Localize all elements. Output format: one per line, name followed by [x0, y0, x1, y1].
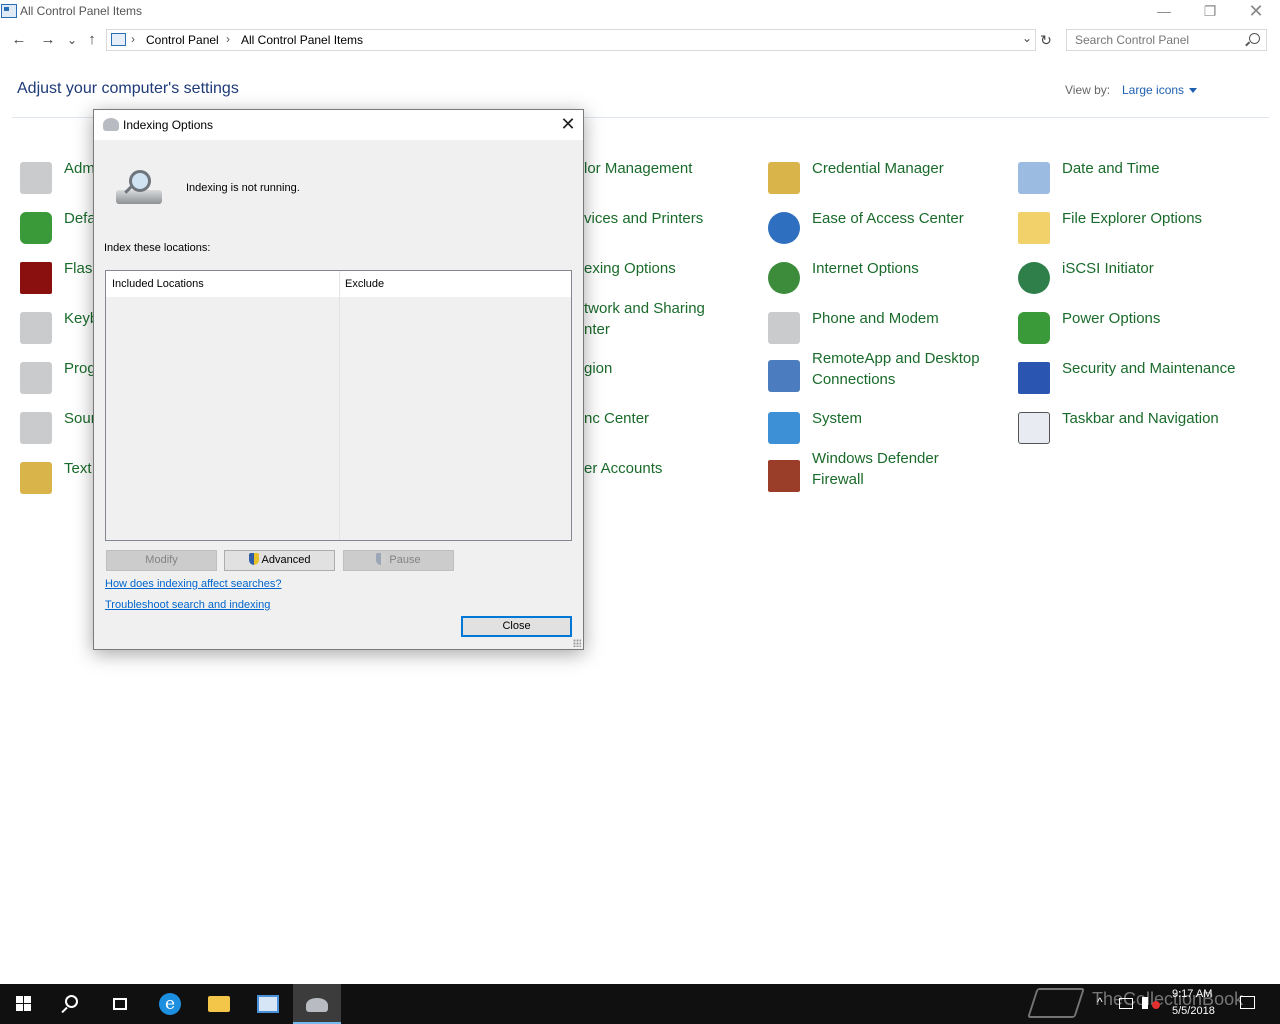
view-by-dropdown[interactable]: Large icons — [1122, 83, 1198, 97]
breadcrumb-separator[interactable]: › — [131, 32, 135, 46]
taskbar: e TheCollectionBook ^ 9:17 AM 5/5/2018 — [0, 984, 1280, 1024]
indexing-options-dialog: Indexing Options ✕ Indexing is not runni… — [93, 109, 584, 650]
iscsi-initiator-icon — [1018, 262, 1050, 294]
internet-options-icon — [768, 262, 800, 294]
resize-grip-icon[interactable] — [573, 639, 581, 647]
back-button[interactable]: ← — [9, 30, 29, 50]
control-panel-icon — [257, 995, 279, 1013]
page-title: Adjust your computer's settings — [17, 80, 239, 97]
locations-label: Index these locations: — [104, 242, 211, 254]
task-view-icon — [113, 998, 127, 1010]
uac-shield-icon — [376, 553, 387, 565]
column-exclude[interactable]: Exclude — [345, 278, 384, 290]
remoteapp-icon — [768, 360, 800, 392]
modify-button[interactable]: Modify — [106, 550, 217, 571]
action-center-icon[interactable] — [1240, 996, 1255, 1009]
ease-of-access-icon — [768, 212, 800, 244]
sound-icon — [20, 412, 52, 444]
breadcrumb-separator[interactable]: › — [226, 32, 230, 46]
search-input[interactable] — [1067, 30, 1237, 50]
address-dropdown-icon[interactable]: ⌄ — [1022, 31, 1032, 45]
taskbar-control-panel[interactable] — [244, 984, 292, 1024]
troubleshoot-link[interactable]: Troubleshoot search and indexing — [105, 599, 270, 611]
dialog-title: Indexing Options — [123, 118, 214, 132]
search-icon — [65, 995, 78, 1008]
text-to-speech-icon — [20, 462, 52, 494]
taskbar-search-button[interactable] — [48, 984, 96, 1024]
indexing-status: Indexing is not running. — [186, 182, 300, 194]
restore-button[interactable]: ❐ — [1187, 0, 1233, 24]
minimize-button[interactable]: — — [1141, 0, 1187, 24]
close-button[interactable]: Close — [461, 616, 572, 637]
column-divider[interactable] — [339, 271, 340, 540]
system-icon — [768, 412, 800, 444]
start-button[interactable] — [0, 984, 48, 1024]
clock-date[interactable]: 5/5/2018 — [1172, 1005, 1215, 1017]
up-button[interactable]: ↑ — [82, 30, 102, 50]
dialog-close-icon[interactable]: ✕ — [553, 110, 583, 140]
task-view-button[interactable] — [96, 984, 144, 1024]
close-window-button[interactable]: ✕ — [1233, 0, 1279, 24]
credential-manager-icon — [768, 162, 800, 194]
phone-modem-icon — [768, 312, 800, 344]
advanced-button[interactable]: Advanced — [224, 550, 335, 571]
locations-table[interactable]: Included Locations Exclude — [105, 270, 572, 541]
view-by-label: View by: — [1065, 83, 1111, 97]
administrative-tools-icon — [20, 162, 52, 194]
window-titlebar: All Control Panel Items — ❐ ✕ — [0, 0, 1280, 24]
search-box[interactable] — [1066, 29, 1267, 51]
recent-locations-button[interactable]: ⌄ — [62, 30, 82, 50]
navigation-bar: ← → ⌄ ↑ › Control Panel › All Control Pa… — [0, 26, 1280, 54]
taskbar-indexing-options[interactable] — [293, 984, 341, 1024]
refresh-button[interactable]: ↻ — [1037, 29, 1055, 51]
windows-logo-icon — [16, 996, 32, 1012]
date-time-icon — [1018, 162, 1050, 194]
how-indexing-affects-link[interactable]: How does indexing affect searches? — [105, 578, 282, 590]
volume-icon[interactable] — [1142, 997, 1152, 1009]
address-bar[interactable]: › Control Panel › All Control Panel Item… — [106, 29, 1036, 51]
programs-icon — [20, 362, 52, 394]
indexing-icon — [306, 998, 328, 1012]
control-panel-icon — [111, 33, 126, 46]
flash-player-icon — [20, 262, 52, 294]
control-panel-icon — [1, 4, 17, 18]
window-title: All Control Panel Items — [20, 4, 143, 18]
dialog-titlebar[interactable]: Indexing Options ✕ — [94, 110, 583, 140]
network-icon[interactable] — [1119, 998, 1133, 1009]
clock-time[interactable]: 9:17 AM — [1172, 988, 1212, 1000]
keyboard-icon — [20, 312, 52, 344]
file-explorer-options-icon — [1018, 212, 1050, 244]
chevron-down-icon[interactable] — [1189, 88, 1198, 94]
column-included-locations[interactable]: Included Locations — [112, 278, 204, 290]
volume-muted-icon — [1152, 1001, 1160, 1009]
pause-button[interactable]: Pause — [343, 550, 454, 571]
breadcrumb-all-items[interactable]: All Control Panel Items — [241, 33, 363, 47]
folder-icon — [208, 996, 230, 1012]
taskbar-file-explorer[interactable] — [195, 984, 243, 1024]
show-hidden-icons-chevron-icon[interactable]: ^ — [1097, 995, 1103, 1009]
taskbar-navigation-icon — [1018, 412, 1050, 444]
internet-explorer-icon: e — [159, 993, 181, 1015]
indexing-drive-icon — [116, 168, 164, 210]
default-programs-icon — [20, 212, 52, 244]
firewall-icon — [768, 460, 800, 492]
view-by-value[interactable]: Large icons — [1122, 83, 1184, 97]
search-icon[interactable] — [1249, 33, 1260, 44]
taskbar-internet-explorer[interactable]: e — [146, 984, 194, 1024]
security-maintenance-icon — [1018, 362, 1050, 394]
breadcrumb-control-panel[interactable]: Control Panel — [146, 33, 219, 47]
forward-button[interactable]: → — [38, 30, 58, 50]
indexing-icon — [103, 118, 119, 131]
power-options-icon — [1018, 312, 1050, 344]
uac-shield-icon — [248, 553, 259, 565]
